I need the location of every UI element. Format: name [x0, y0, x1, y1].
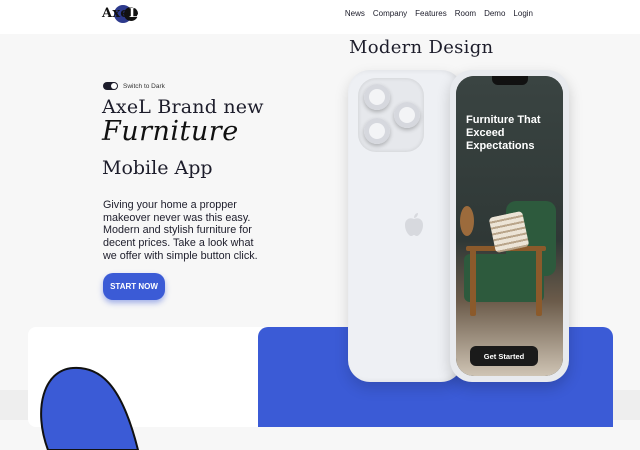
hero-paragraph: Giving your home a propper makeover neve…	[103, 198, 258, 262]
phone-screen: Furniture That Exceed Expectations Get S…	[456, 76, 563, 376]
nav-room[interactable]: Room	[455, 9, 476, 18]
nav-login[interactable]: Login	[513, 9, 533, 18]
blob-illustration	[40, 366, 140, 450]
dark-mode-toggle-row: Switch to Dark	[103, 82, 165, 90]
plant-decor	[460, 206, 474, 236]
phone-notch	[492, 76, 528, 85]
armchair-leg	[470, 246, 476, 316]
hero-heading-script: Furniture	[102, 116, 239, 147]
hero-heading-line3: Mobile App	[102, 157, 213, 179]
start-now-button[interactable]: START NOW	[103, 273, 165, 300]
armchair-leg	[536, 246, 542, 316]
camera-lens-icon	[364, 84, 390, 110]
armchair-seat	[464, 254, 544, 302]
camera-lens-icon	[394, 102, 420, 128]
dark-mode-label: Switch to Dark	[123, 82, 165, 90]
apple-logo-icon	[405, 213, 423, 236]
hero-heading-line1: AxeL Brand new	[102, 96, 264, 118]
nav-news[interactable]: News	[345, 9, 365, 18]
nav-features[interactable]: Features	[415, 9, 447, 18]
top-nav: News Company Features Room Demo Login	[345, 9, 533, 18]
app-screen-title: Furniture That Exceed Expectations	[466, 114, 541, 152]
section-title: Modern Design	[349, 37, 494, 58]
dark-mode-toggle[interactable]	[103, 82, 118, 90]
header-bar	[0, 0, 640, 34]
camera-module	[358, 78, 424, 152]
phone-back-mockup	[348, 70, 463, 382]
camera-lens-icon	[364, 118, 390, 144]
logo[interactable]: AxeL	[102, 5, 142, 23]
logo-text: AxeL	[102, 6, 139, 21]
phone-front-mockup: Furniture That Exceed Expectations Get S…	[450, 70, 569, 382]
nav-company[interactable]: Company	[373, 9, 407, 18]
nav-demo[interactable]: Demo	[484, 9, 505, 18]
get-started-button[interactable]: Get Started	[470, 346, 538, 366]
pillow	[488, 210, 530, 254]
